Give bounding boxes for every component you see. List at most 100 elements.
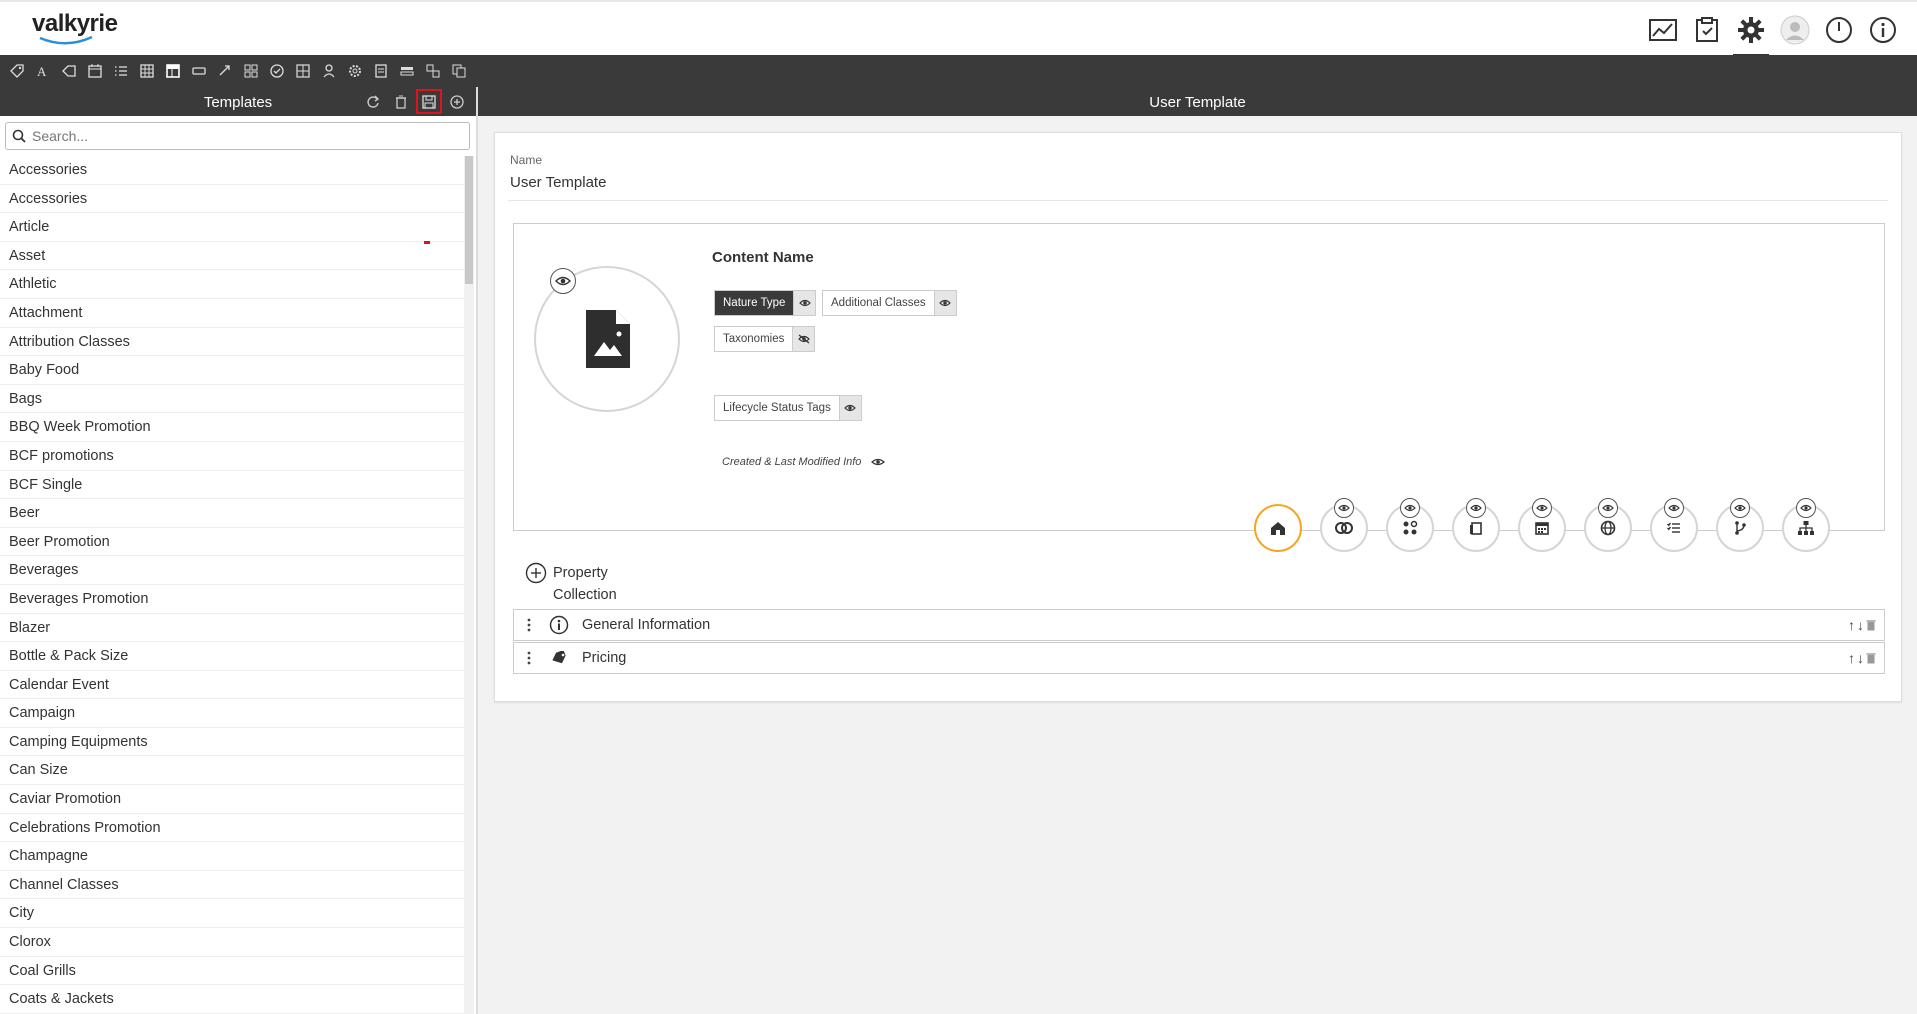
template-list-item[interactable]: Athletic [0,270,464,299]
taxonomies-chip[interactable]: Taxonomies [714,326,816,352]
info-icon[interactable] [1861,2,1905,57]
eye-icon[interactable] [1796,498,1816,518]
template-list-item[interactable]: Coats & Jackets [0,985,464,1014]
move-down-icon[interactable]: ↓ [1857,617,1864,633]
delete-icon[interactable] [1866,619,1876,631]
template-list-item[interactable]: BCF promotions [0,442,464,471]
add-template-button[interactable] [444,89,470,114]
search-icon [12,129,26,143]
search-input[interactable] [32,128,452,144]
eye-slash-icon[interactable] [792,327,815,351]
eye-icon[interactable] [1400,498,1420,518]
lifecycle-status-chip[interactable]: Lifecycle Status Tags [714,395,862,421]
gear-tool-icon[interactable] [342,58,368,84]
svg-text:A: A [37,64,47,79]
delete-button[interactable] [388,89,414,114]
section-pricing[interactable]: Pricing ↑ ↓ [513,642,1885,674]
eye-icon[interactable] [1532,498,1552,518]
template-list-item[interactable]: Asset [0,242,464,271]
eye-icon[interactable] [871,458,886,466]
template-list-item[interactable]: Article [0,213,464,242]
eye-icon[interactable] [838,396,861,420]
document-list-icon[interactable] [368,58,394,84]
eye-icon[interactable] [550,268,576,294]
list-scrollbar[interactable] [464,156,474,1014]
template-list-item[interactable]: Accessories [0,185,464,214]
user-icon[interactable] [1773,2,1817,57]
label-icon[interactable] [56,58,82,84]
move-up-icon[interactable]: ↑ [1848,650,1855,666]
drag-handle-icon[interactable] [514,650,544,666]
eye-icon[interactable] [1730,498,1750,518]
add-property-collection-button[interactable]: Property Collection [525,562,617,606]
template-list-item[interactable]: BBQ Week Promotion [0,413,464,442]
check-circle-icon[interactable] [264,58,290,84]
name-value[interactable]: User Template [510,174,606,191]
power-icon[interactable] [1817,2,1861,57]
template-list-item[interactable]: Celebrations Promotion [0,814,464,843]
tag-icon[interactable] [4,58,30,84]
hierarchy-icon[interactable] [290,58,316,84]
save-button[interactable] [416,89,442,114]
template-list-item[interactable]: Calendar Event [0,671,464,700]
template-list-item[interactable]: Coal Grills [0,957,464,986]
template-list-item[interactable]: Champagne [0,842,464,871]
delete-icon[interactable] [1866,652,1876,664]
table-icon[interactable] [134,58,160,84]
nature-type-chip[interactable]: Nature Type [714,290,817,316]
link-icon[interactable] [212,58,238,84]
template-list-item[interactable]: Beverages [0,556,464,585]
calendar-icon[interactable] [82,58,108,84]
eye-icon[interactable] [1466,498,1486,518]
template-list-item[interactable]: Beer [0,499,464,528]
relations-icon[interactable] [420,58,446,84]
template-list-item[interactable]: Blazer [0,614,464,643]
move-down-icon[interactable]: ↓ [1857,650,1864,666]
template-list-item[interactable]: City [0,899,464,929]
settings-icon[interactable] [1729,2,1773,57]
grid-icon[interactable] [238,58,264,84]
template-list-item[interactable]: Attribution Classes [0,328,464,357]
eye-icon[interactable] [933,291,956,315]
eye-icon[interactable] [1598,498,1618,518]
template-list-item[interactable]: Accessories [0,156,464,185]
marker [424,241,430,244]
text-icon[interactable]: A [30,58,56,84]
additional-classes-chip[interactable]: Additional Classes [822,290,957,316]
template-list-item[interactable]: Attachment [0,299,464,328]
name-field[interactable]: Name User Template [508,147,1888,201]
template-list-item[interactable]: Camping Equipments [0,728,464,757]
eye-icon[interactable] [1664,498,1684,518]
layout-icon[interactable] [160,58,186,84]
template-list-item[interactable]: Campaign [0,699,464,728]
scroll-thumb[interactable] [465,156,473,284]
template-list-item[interactable]: Beverages Promotion [0,585,464,614]
dashboard-icon[interactable] [1641,2,1685,57]
template-list-item[interactable]: Can Size [0,756,464,786]
checklist-icon[interactable] [108,58,134,84]
input-box-icon[interactable] [186,58,212,84]
template-list-item[interactable]: Clorox [0,928,464,957]
section-general-information[interactable]: General Information ↑ ↓ [513,609,1885,641]
template-list-item[interactable]: Beer Promotion [0,528,464,557]
tab-home[interactable] [1254,504,1302,552]
refresh-button[interactable] [360,89,386,114]
template-list-item[interactable]: Bags [0,385,464,414]
copy-icon[interactable] [446,58,472,84]
panel-divider[interactable] [476,87,478,1014]
template-list-item[interactable]: Channel Classes [0,871,464,900]
move-up-icon[interactable]: ↑ [1848,617,1855,633]
eye-icon[interactable] [1334,498,1354,518]
search-box[interactable] [5,122,470,150]
app-logo[interactable]: valkyrie [32,10,118,45]
user-tool-icon[interactable] [316,58,342,84]
template-list-item[interactable]: Bottle & Pack Size [0,642,464,671]
drag-handle-icon[interactable] [514,617,544,633]
tasks-icon[interactable] [1685,2,1729,57]
template-list-item[interactable]: BCF Single [0,471,464,500]
eye-icon[interactable] [793,291,816,315]
template-list-item[interactable]: Baby Food [0,356,464,385]
section-label: Pricing [582,650,627,666]
banner-icon[interactable] [394,58,420,84]
template-list-item[interactable]: Caviar Promotion [0,785,464,814]
